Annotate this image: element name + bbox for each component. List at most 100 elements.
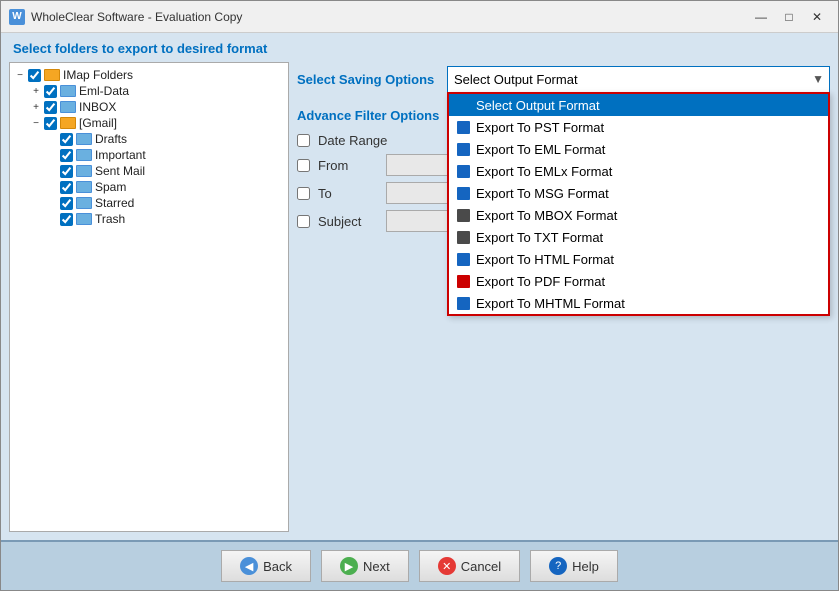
tree-toggle-gmail[interactable]: − [30, 118, 42, 129]
format-icon-mbox [455, 207, 471, 223]
tree-label-starred: Starred [95, 196, 134, 210]
close-button[interactable]: ✕ [804, 7, 830, 27]
tree-item-starred[interactable]: Starred [14, 195, 284, 211]
content-area: −IMap Folders+Eml-Data+INBOX−[Gmail]Draf… [1, 62, 838, 540]
subject-label: Subject [318, 214, 378, 229]
folder-icon-eml-data [60, 85, 76, 97]
dropdown-item-mbox[interactable]: Export To MBOX Format [449, 204, 828, 226]
tree-item-important[interactable]: Important [14, 147, 284, 163]
title-bar-text: WholeClear Software - Evaluation Copy [31, 10, 748, 24]
format-label-mbox: Export To MBOX Format [476, 208, 617, 223]
dropdown-item-msg[interactable]: Export To MSG Format [449, 182, 828, 204]
folder-icon-drafts [76, 133, 92, 145]
tree-item-spam[interactable]: Spam [14, 179, 284, 195]
saving-options-row: Select Saving Options Select Output Form… [297, 62, 830, 92]
format-label-select-output: Select Output Format [476, 98, 600, 113]
tree-checkbox-sent-mail[interactable] [60, 165, 73, 178]
folder-icon-gmail [60, 117, 76, 129]
tree-checkbox-gmail[interactable] [44, 117, 57, 130]
format-label-html: Export To HTML Format [476, 252, 614, 267]
tree-checkbox-starred[interactable] [60, 197, 73, 210]
tree-item-eml-data[interactable]: +Eml-Data [14, 83, 284, 99]
page-title: Select folders to export to desired form… [1, 33, 838, 62]
tree-toggle-eml-data[interactable]: + [30, 86, 42, 97]
tree-checkbox-spam[interactable] [60, 181, 73, 194]
folder-icon-trash [76, 213, 92, 225]
dropdown-item-html[interactable]: Export To HTML Format [449, 248, 828, 270]
help-label: Help [572, 559, 599, 574]
to-label: To [318, 186, 378, 201]
tree-label-imap: IMap Folders [63, 68, 133, 82]
tree-label-drafts: Drafts [95, 132, 127, 146]
format-icon-select-output [455, 97, 471, 113]
output-format-select[interactable]: Select Output FormatExport To PST Format… [447, 66, 830, 92]
back-label: Back [263, 559, 292, 574]
title-bar: W WholeClear Software - Evaluation Copy … [1, 1, 838, 33]
tree-label-sent-mail: Sent Mail [95, 164, 145, 178]
format-label-eml: Export To EML Format [476, 142, 605, 157]
dropdown-item-mhtml[interactable]: Export To MHTML Format [449, 292, 828, 314]
format-icon-msg [455, 185, 471, 201]
folder-icon-starred [76, 197, 92, 209]
help-button[interactable]: ? Help [530, 550, 618, 582]
tree-checkbox-drafts[interactable] [60, 133, 73, 146]
format-label-pdf: Export To PDF Format [476, 274, 605, 289]
saving-options-label: Select Saving Options [297, 72, 437, 87]
cancel-label: Cancel [461, 559, 501, 574]
format-label-txt: Export To TXT Format [476, 230, 603, 245]
format-icon-eml [455, 141, 471, 157]
tree-label-inbox: INBOX [79, 100, 116, 114]
main-content: Select folders to export to desired form… [1, 33, 838, 540]
folder-icon-inbox [60, 101, 76, 113]
date-range-label: Date Range [318, 133, 387, 148]
dropdown-item-pdf[interactable]: Export To PDF Format [449, 270, 828, 292]
next-button[interactable]: ▶ Next [321, 550, 409, 582]
tree-item-sent-mail[interactable]: Sent Mail [14, 163, 284, 179]
back-icon: ◀ [240, 557, 258, 575]
tree-checkbox-important[interactable] [60, 149, 73, 162]
folder-icon-sent-mail [76, 165, 92, 177]
format-icon-pdf [455, 273, 471, 289]
format-label-pst: Export To PST Format [476, 120, 604, 135]
minimize-button[interactable]: — [748, 7, 774, 27]
tree-toggle-imap[interactable]: − [14, 70, 26, 81]
tree-checkbox-trash[interactable] [60, 213, 73, 226]
restore-button[interactable]: □ [776, 7, 802, 27]
to-checkbox[interactable] [297, 187, 310, 200]
help-icon: ? [549, 557, 567, 575]
from-checkbox[interactable] [297, 159, 310, 172]
tree-checkbox-imap[interactable] [28, 69, 41, 82]
format-label-msg: Export To MSG Format [476, 186, 609, 201]
tree-checkbox-inbox[interactable] [44, 101, 57, 114]
next-label: Next [363, 559, 390, 574]
tree-item-imap[interactable]: − IMap Folders [14, 67, 284, 83]
from-label: From [318, 158, 378, 173]
dropdown-item-eml[interactable]: Export To EML Format [449, 138, 828, 160]
dropdown-item-pst[interactable]: Export To PST Format [449, 116, 828, 138]
tree-item-inbox[interactable]: + INBOX [14, 99, 284, 115]
bottom-bar: ◀ Back ▶ Next ✕ Cancel ? Help [1, 540, 838, 590]
dropdown-item-txt[interactable]: Export To TXT Format [449, 226, 828, 248]
date-range-checkbox[interactable] [297, 134, 310, 147]
cancel-icon: ✕ [438, 557, 456, 575]
tree-toggle-inbox[interactable]: + [30, 102, 42, 113]
format-icon-html [455, 251, 471, 267]
folder-icon-spam [76, 181, 92, 193]
format-label-mhtml: Export To MHTML Format [476, 296, 625, 311]
tree-item-drafts[interactable]: Drafts [14, 131, 284, 147]
cancel-button[interactable]: ✕ Cancel [419, 550, 520, 582]
tree-checkbox-eml-data[interactable] [44, 85, 57, 98]
format-icon-pst [455, 119, 471, 135]
back-button[interactable]: ◀ Back [221, 550, 311, 582]
dropdown-item-select-output[interactable]: Select Output Format [449, 94, 828, 116]
output-format-dropdown-container: Select Output FormatExport To PST Format… [447, 66, 830, 92]
tree-label-spam: Spam [95, 180, 126, 194]
right-panel: Select Saving Options Select Output Form… [297, 62, 830, 532]
subject-checkbox[interactable] [297, 215, 310, 228]
tree-item-trash[interactable]: Trash [14, 211, 284, 227]
format-icon-mhtml [455, 295, 471, 311]
tree-label-trash: Trash [95, 212, 125, 226]
dropdown-item-emlx[interactable]: Export To EMLx Format [449, 160, 828, 182]
tree-item-gmail[interactable]: −[Gmail] [14, 115, 284, 131]
format-label-emlx: Export To EMLx Format [476, 164, 612, 179]
